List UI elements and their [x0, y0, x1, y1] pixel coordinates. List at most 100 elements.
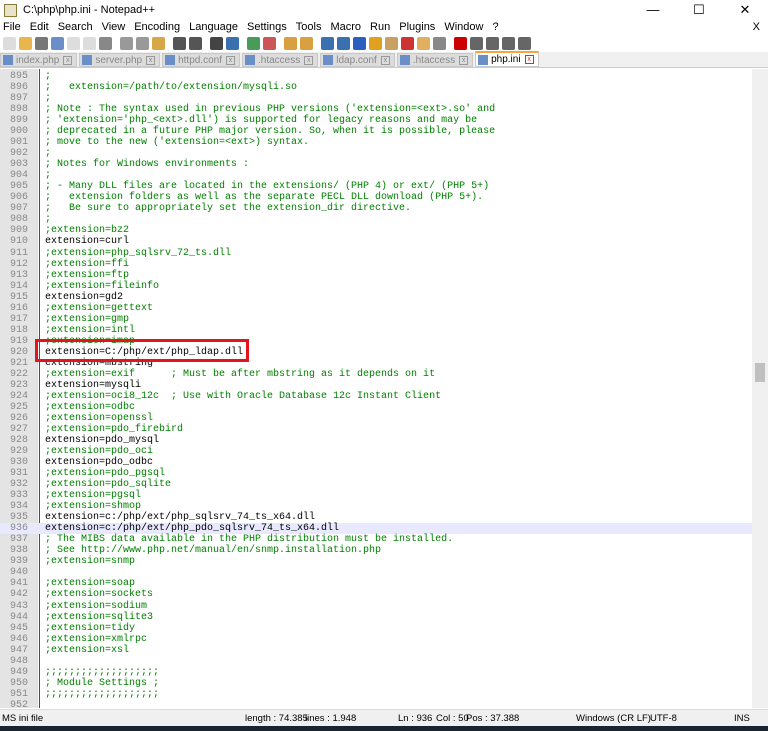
code-line[interactable]: 948 — [0, 656, 752, 667]
tab-httpd-conf[interactable]: httpd.conf x — [162, 53, 240, 67]
tab-index-php[interactable]: index.php x — [0, 53, 78, 67]
doc-map-icon[interactable] — [385, 36, 398, 50]
tab-php-ini[interactable]: php.ini x — [475, 51, 539, 67]
code-line[interactable]: 895; — [0, 71, 752, 82]
close-tab-icon[interactable]: x — [146, 55, 156, 65]
code-line[interactable]: 919 ;extension=imap — [0, 336, 752, 347]
code-line[interactable]: 925 ;extension=odbc — [0, 402, 752, 413]
close-button[interactable]: ✕ — [722, 2, 768, 18]
record-icon[interactable] — [454, 36, 467, 50]
close-all-icon[interactable] — [83, 36, 96, 50]
show-all-icon[interactable] — [337, 36, 350, 50]
menu-view[interactable]: View — [102, 21, 126, 33]
new-icon[interactable] — [3, 36, 16, 50]
close-icon[interactable] — [67, 36, 80, 50]
close-tab-icon[interactable]: x — [524, 55, 534, 64]
menu-help[interactable]: ? — [492, 21, 498, 33]
close-tab-icon[interactable]: x — [63, 55, 73, 65]
code-line[interactable]: 931 ;extension=pdo_pgsql — [0, 468, 752, 479]
menu-search[interactable]: Search — [58, 21, 93, 33]
redo-icon[interactable] — [189, 36, 202, 50]
function-list-icon[interactable] — [401, 36, 414, 50]
open-icon[interactable] — [19, 36, 32, 50]
zoom-out-icon[interactable] — [263, 36, 276, 50]
code-line[interactable]: 923 extension=mysqli — [0, 380, 752, 391]
code-line[interactable]: 920 extension=C:/php/ext/php_ldap.dll — [0, 347, 752, 358]
monitor-icon[interactable] — [433, 36, 446, 50]
close-tab-icon[interactable]: x — [226, 55, 235, 65]
save-all-icon[interactable] — [51, 36, 64, 50]
tab-htaccess[interactable]: .htaccess x — [396, 53, 474, 67]
close-tab-icon[interactable]: x — [304, 55, 314, 65]
code-line[interactable]: 934 ;extension=shmop — [0, 501, 752, 512]
lang-icon[interactable] — [369, 36, 382, 50]
code-line[interactable]: 904; — [0, 170, 752, 181]
code-line[interactable]: 903 ; Notes for Windows environments : — [0, 159, 752, 170]
code-line[interactable]: 945 ;extension=tidy — [0, 623, 752, 634]
stop-icon[interactable] — [470, 36, 483, 50]
indent-guide-icon[interactable] — [353, 36, 366, 50]
menu-edit[interactable]: Edit — [30, 21, 49, 33]
code-line[interactable]: 918 ;extension=intl — [0, 325, 752, 336]
code-line[interactable]: 947 ;extension=xsl — [0, 645, 752, 656]
code-line[interactable]: 951;;;;;;;;;;;;;;;;;;; — [0, 689, 752, 700]
code-line[interactable]: 935 extension=c:/php/ext/php_sqlsrv_74_ts… — [0, 512, 752, 523]
code-line[interactable]: 932 ;extension=pdo_sqlite — [0, 479, 752, 490]
folder-icon[interactable] — [417, 36, 430, 50]
code-line[interactable]: 942 ;extension=sockets — [0, 589, 752, 600]
menu-run[interactable]: Run — [370, 21, 390, 33]
code-line[interactable]: 902; — [0, 148, 752, 159]
code-line[interactable]: 901 ; move to the new ('extension=<ext>) … — [0, 137, 752, 148]
code-line[interactable]: 898 ; Note : The syntax used in previous … — [0, 104, 752, 115]
editor[interactable]: 895; 896; extension=/path/to/extension/my… — [0, 69, 768, 708]
code-line[interactable]: 911 ;extension=php_sqlsrv_72_ts.dll — [0, 248, 752, 259]
code-line[interactable]: 950 ; Module Settings ; — [0, 678, 752, 689]
code-line[interactable]: 928 extension=pdo_mysql — [0, 435, 752, 446]
save-macro-icon[interactable] — [518, 36, 531, 50]
code-line[interactable]: 929 ;extension=pdo_oci — [0, 446, 752, 457]
maximize-button[interactable]: ☐ — [676, 2, 722, 18]
code-line[interactable]: 930 extension=pdo_odbc — [0, 457, 752, 468]
find-icon[interactable] — [210, 36, 223, 50]
play-icon[interactable] — [486, 36, 499, 50]
code-line[interactable]: 896 ; extension=/path/to/extension/mysqli… — [0, 82, 752, 93]
menu-language[interactable]: Language — [189, 21, 238, 33]
print-icon[interactable] — [99, 36, 112, 50]
play-multi-icon[interactable] — [502, 36, 515, 50]
code-line[interactable]: 952 — [0, 700, 752, 708]
code-line[interactable]: 910 extension=curl — [0, 236, 752, 247]
tab-ldap-conf[interactable]: ldap.conf x — [320, 53, 395, 67]
tab-htaccess[interactable]: .htaccess x — [242, 53, 319, 67]
code-line[interactable]: 907 ; Be sure to appropriately set the ex… — [0, 203, 752, 214]
save-icon[interactable] — [35, 36, 48, 50]
code-line[interactable]: 899 ; 'extension='php_<ext>.dll') is supp… — [0, 115, 752, 126]
code-line[interactable]: 917 ;extension=gmp — [0, 314, 752, 325]
code-line[interactable]: 909 ;extension=bz2 — [0, 225, 752, 236]
code-line[interactable]: 941 ;extension=soap — [0, 578, 752, 589]
menu-tools[interactable]: Tools — [296, 21, 322, 33]
code-line[interactable]: 905 ; - Many DLL files are located in the… — [0, 181, 752, 192]
code-line[interactable]: 937 ; The MIBS data available in the PHP … — [0, 534, 752, 545]
vertical-scrollbar[interactable] — [752, 69, 768, 708]
code-line[interactable]: 897; — [0, 93, 752, 104]
code-line[interactable]: 936 extension=c:/php/ext/php_pdo_sqlsrv_7… — [0, 523, 752, 535]
code-line[interactable]: 938 ; See http://www.php.net/manual/en/sn… — [0, 545, 752, 556]
menu-plugins[interactable]: Plugins — [399, 21, 435, 33]
replace-icon[interactable] — [226, 36, 239, 50]
tab-server-php[interactable]: server.php x — [79, 53, 161, 67]
paste-icon[interactable] — [152, 36, 165, 50]
cut-icon[interactable] — [120, 36, 133, 50]
close-tab-icon[interactable]: x — [380, 55, 390, 65]
code-line[interactable]: 926 ;extension=openssl — [0, 413, 752, 424]
close-document-button[interactable]: X — [753, 21, 760, 33]
code-line[interactable]: 943 ;extension=sodium — [0, 601, 752, 612]
undo-icon[interactable] — [173, 36, 186, 50]
code-line[interactable]: 916 ;extension=gettext — [0, 303, 752, 314]
code-line[interactable]: 939 ;extension=snmp — [0, 556, 752, 567]
code-line[interactable]: 933 ;extension=pgsql — [0, 490, 752, 501]
code-line[interactable]: 906 ; extension folders as well as the se… — [0, 192, 752, 203]
code-line[interactable]: 900 ; deprecated in a future PHP major ve… — [0, 126, 752, 137]
sync-h-icon[interactable] — [300, 36, 313, 50]
code-line[interactable]: 944 ;extension=sqlite3 — [0, 612, 752, 623]
code-line[interactable]: 915 extension=gd2 — [0, 292, 752, 303]
